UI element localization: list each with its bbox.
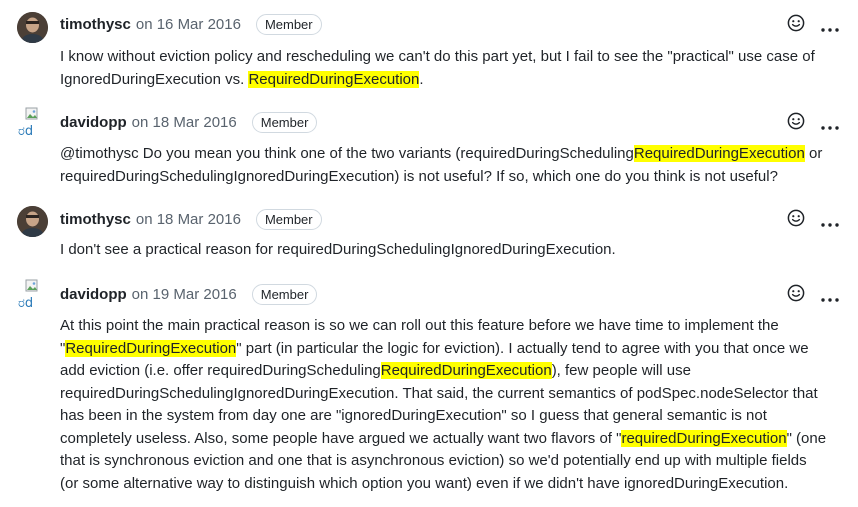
highlighted-text: RequiredDuringExecution	[248, 70, 420, 88]
member-badge: Member	[255, 208, 322, 230]
member-badge: Member	[251, 283, 318, 305]
comment-line: has been in the system from day one are …	[60, 405, 840, 428]
text-segment: At this point the main practical reason …	[60, 317, 779, 334]
comment-line: I know without eviction policy and resch…	[60, 46, 840, 69]
avatar[interactable]: ರd	[17, 279, 48, 310]
svg-text:ರd: ರd	[18, 124, 33, 138]
comment-line: requiredDuringSchedulingIgnoredDuringExe…	[60, 383, 840, 406]
comment-line: (or some alternative way to distinguish …	[60, 473, 840, 496]
comment-line: "RequiredDuringExecution" part (in parti…	[60, 338, 840, 361]
text-segment: (or some alternative way to distinguish …	[60, 474, 789, 492]
comment-header: davidopp on 18 Mar 2016 Member	[60, 110, 318, 134]
text-segment: " (one	[786, 429, 827, 447]
comment-date[interactable]: on 18 Mar 2016	[132, 114, 237, 131]
text-segment: .	[419, 70, 424, 88]
highlighted-text: RequiredDuringExecution	[633, 145, 805, 162]
text-segment: requiredDuringSchedulingIgnoredDuringExe…	[60, 167, 778, 185]
kebab-horizontal-icon[interactable]	[820, 215, 840, 233]
comment-date[interactable]: on 18 Mar 2016	[136, 211, 241, 228]
highlighted-text: RequiredDuringExecution	[65, 339, 237, 357]
comment-line: I don't see a practical reason for requi…	[60, 239, 840, 262]
smiley-icon[interactable]	[787, 209, 805, 232]
comment-line: At this point the main practical reason …	[60, 315, 840, 338]
avatar[interactable]	[17, 12, 48, 43]
smiley-icon[interactable]	[787, 284, 805, 307]
author-name[interactable]: davidopp	[60, 286, 127, 303]
comment-body: At this point the main practical reason …	[60, 315, 840, 495]
comment-date[interactable]: on 19 Mar 2016	[132, 286, 237, 303]
comment-body: @timothysc Do you mean you think one of …	[60, 143, 840, 188]
text-segment: I don't see a practical reason for requi…	[60, 241, 616, 258]
comment-line: add eviction (i.e. offer requiredDuringS…	[60, 360, 840, 383]
comment-actions	[787, 112, 841, 132]
smiley-icon[interactable]	[787, 112, 805, 135]
highlighted-text: requiredDuringExecution	[621, 429, 787, 447]
kebab-horizontal-icon[interactable]	[820, 290, 840, 308]
smiley-icon[interactable]	[787, 14, 805, 37]
member-badge: Member	[251, 111, 318, 133]
text-segment: I know without eviction policy and resch…	[60, 48, 815, 65]
comment-body: I don't see a practical reason for requi…	[60, 239, 840, 262]
author-name[interactable]: davidopp	[60, 114, 127, 131]
text-segment: add eviction (i.e. offer requiredDuringS…	[60, 362, 381, 379]
avatar[interactable]: ರd	[17, 107, 48, 138]
text-segment: or	[804, 145, 823, 162]
text-segment: has been in the system from day one are …	[60, 407, 767, 424]
svg-text:ರd: ರd	[18, 296, 33, 310]
text-segment: ), few people will use	[551, 362, 691, 379]
comment-date[interactable]: on 16 Mar 2016	[136, 16, 241, 33]
comment-line: completely useless. Also, some people ha…	[60, 428, 840, 451]
comment-header: davidopp on 19 Mar 2016 Member	[60, 282, 318, 306]
comment-line: requiredDuringSchedulingIgnoredDuringExe…	[60, 166, 840, 189]
comment-actions	[787, 284, 841, 304]
kebab-horizontal-icon[interactable]	[820, 118, 840, 136]
comment-actions	[787, 14, 841, 34]
highlighted-text: RequiredDuringExecution	[380, 362, 552, 379]
text-segment: " part (in particular the logic for evic…	[236, 339, 809, 357]
text-segment: IgnoredDuringExecution vs.	[60, 70, 249, 88]
text-segment: completely useless. Also, some people ha…	[60, 429, 622, 447]
comment-actions	[787, 209, 841, 229]
comment-line: that is synchronous eviction and one tha…	[60, 450, 840, 473]
text-segment: @timothysc Do you mean you think one of …	[60, 145, 634, 162]
comment-header: timothysc on 18 Mar 2016 Member	[60, 207, 322, 231]
text-segment: that is synchronous eviction and one tha…	[60, 452, 807, 469]
author-name[interactable]: timothysc	[60, 16, 131, 33]
kebab-horizontal-icon[interactable]	[820, 20, 840, 38]
comment-line: @timothysc Do you mean you think one of …	[60, 143, 840, 166]
comment-header: timothysc on 16 Mar 2016 Member	[60, 12, 322, 36]
author-name[interactable]: timothysc	[60, 211, 131, 228]
comment-line: IgnoredDuringExecution vs. RequiredDurin…	[60, 69, 840, 92]
avatar[interactable]	[17, 206, 48, 237]
member-badge: Member	[255, 13, 322, 35]
text-segment: requiredDuringSchedulingIgnoredDuringExe…	[60, 384, 818, 402]
comment-body: I know without eviction policy and resch…	[60, 46, 840, 91]
